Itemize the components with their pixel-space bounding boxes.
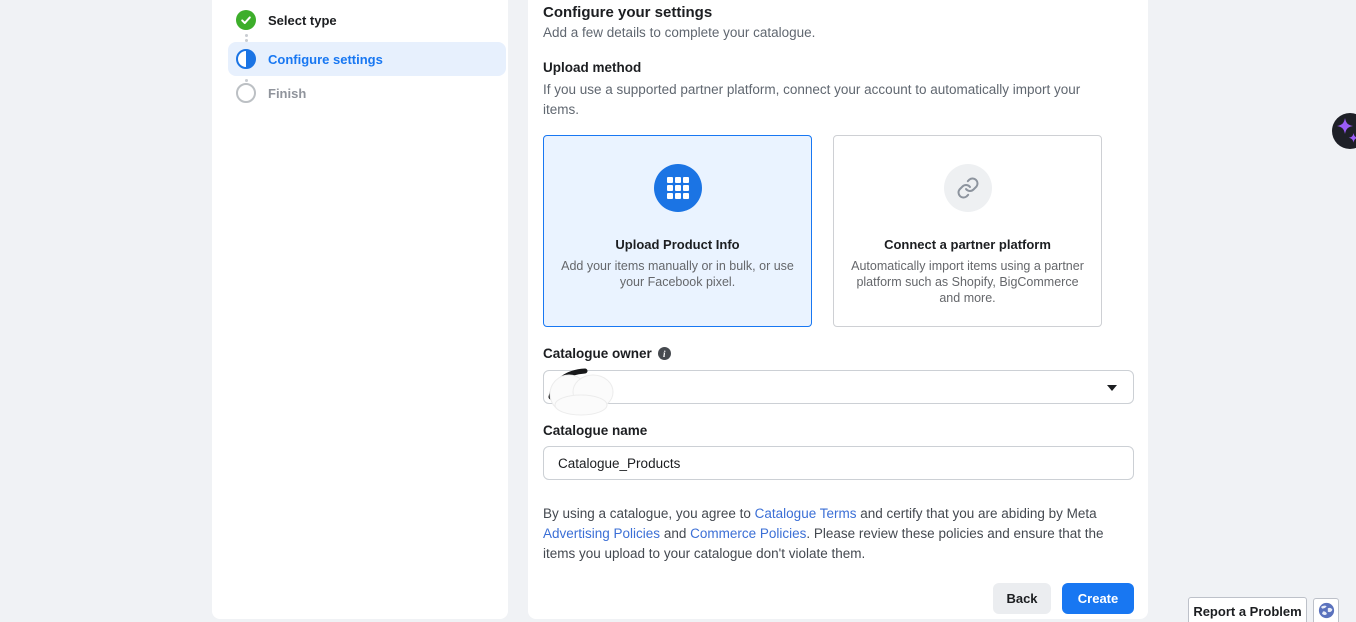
wizard-actions: Back Create bbox=[993, 583, 1134, 614]
stepper-item-label: Select type bbox=[268, 13, 337, 28]
stepper-connector-dot bbox=[245, 34, 248, 37]
configure-settings-panel: Configure your settings Add a few detail… bbox=[528, 0, 1148, 619]
stepper-item-label: Finish bbox=[268, 86, 306, 101]
create-button[interactable]: Create bbox=[1062, 583, 1134, 614]
card-title: Upload Product Info bbox=[615, 237, 739, 252]
legal-text-part: and certify that you are abiding by Meta bbox=[856, 506, 1096, 521]
advertising-policies-link[interactable]: Advertising Policies bbox=[543, 526, 660, 541]
page-title: Configure your settings bbox=[543, 4, 712, 21]
catalogue-owner-label-text: Catalogue owner bbox=[543, 346, 652, 361]
sparkles-icon bbox=[1332, 113, 1356, 149]
card-title: Connect a partner platform bbox=[884, 237, 1051, 252]
link-icon bbox=[944, 164, 992, 212]
catalogue-owner-select[interactable] bbox=[543, 370, 1134, 404]
catalogue-name-label-text: Catalogue name bbox=[543, 423, 647, 438]
report-a-problem-button[interactable]: Report a Problem bbox=[1188, 597, 1307, 622]
half-filled-circle-icon bbox=[236, 49, 256, 69]
stepper-item-select-type[interactable]: Select type bbox=[228, 3, 506, 37]
connect-partner-platform-card[interactable]: Connect a partner platform Automatically… bbox=[833, 135, 1102, 327]
meta-ai-button[interactable] bbox=[1332, 113, 1356, 149]
card-description: Add your items manually or in bulk, or u… bbox=[558, 258, 798, 290]
upload-product-info-card[interactable]: Upload Product Info Add your items manua… bbox=[543, 135, 812, 327]
upload-method-description: If you use a supported partner platform,… bbox=[543, 80, 1099, 120]
language-selector-button[interactable] bbox=[1313, 598, 1339, 622]
catalogue-wizard-page: { "colors": { "background": "#f0f2f5", "… bbox=[0, 0, 1356, 622]
stepper-item-configure-settings[interactable]: Configure settings bbox=[228, 42, 506, 76]
globe-icon bbox=[1318, 602, 1335, 619]
upload-method-options: Upload Product Info Add your items manua… bbox=[543, 135, 1102, 327]
stepper-item-label: Configure settings bbox=[268, 52, 383, 67]
stepper-sidebar: Select type Configure settings Finish bbox=[212, 0, 508, 619]
empty-circle-icon bbox=[236, 83, 256, 103]
legal-text-part: By using a catalogue, you agree to bbox=[543, 506, 755, 521]
legal-text: By using a catalogue, you agree to Catal… bbox=[543, 504, 1135, 564]
info-icon[interactable]: i bbox=[658, 347, 671, 360]
check-circle-icon bbox=[236, 10, 256, 30]
grid-icon bbox=[654, 164, 702, 212]
legal-text-part: and bbox=[660, 526, 690, 541]
catalogue-owner-label: Catalogue owner i bbox=[543, 346, 671, 361]
caret-down-icon bbox=[1107, 385, 1117, 391]
upload-method-label: Upload method bbox=[543, 60, 641, 75]
stepper-item-finish: Finish bbox=[228, 76, 506, 110]
page-subtitle: Add a few details to complete your catal… bbox=[543, 25, 815, 40]
back-button[interactable]: Back bbox=[993, 583, 1051, 614]
redacted-owner-value bbox=[541, 361, 625, 417]
catalogue-name-label: Catalogue name bbox=[543, 423, 647, 438]
card-description: Automatically import items using a partn… bbox=[848, 258, 1088, 306]
catalogue-terms-link[interactable]: Catalogue Terms bbox=[755, 506, 857, 521]
commerce-policies-link[interactable]: Commerce Policies bbox=[690, 526, 806, 541]
catalogue-name-input[interactable] bbox=[543, 446, 1134, 480]
